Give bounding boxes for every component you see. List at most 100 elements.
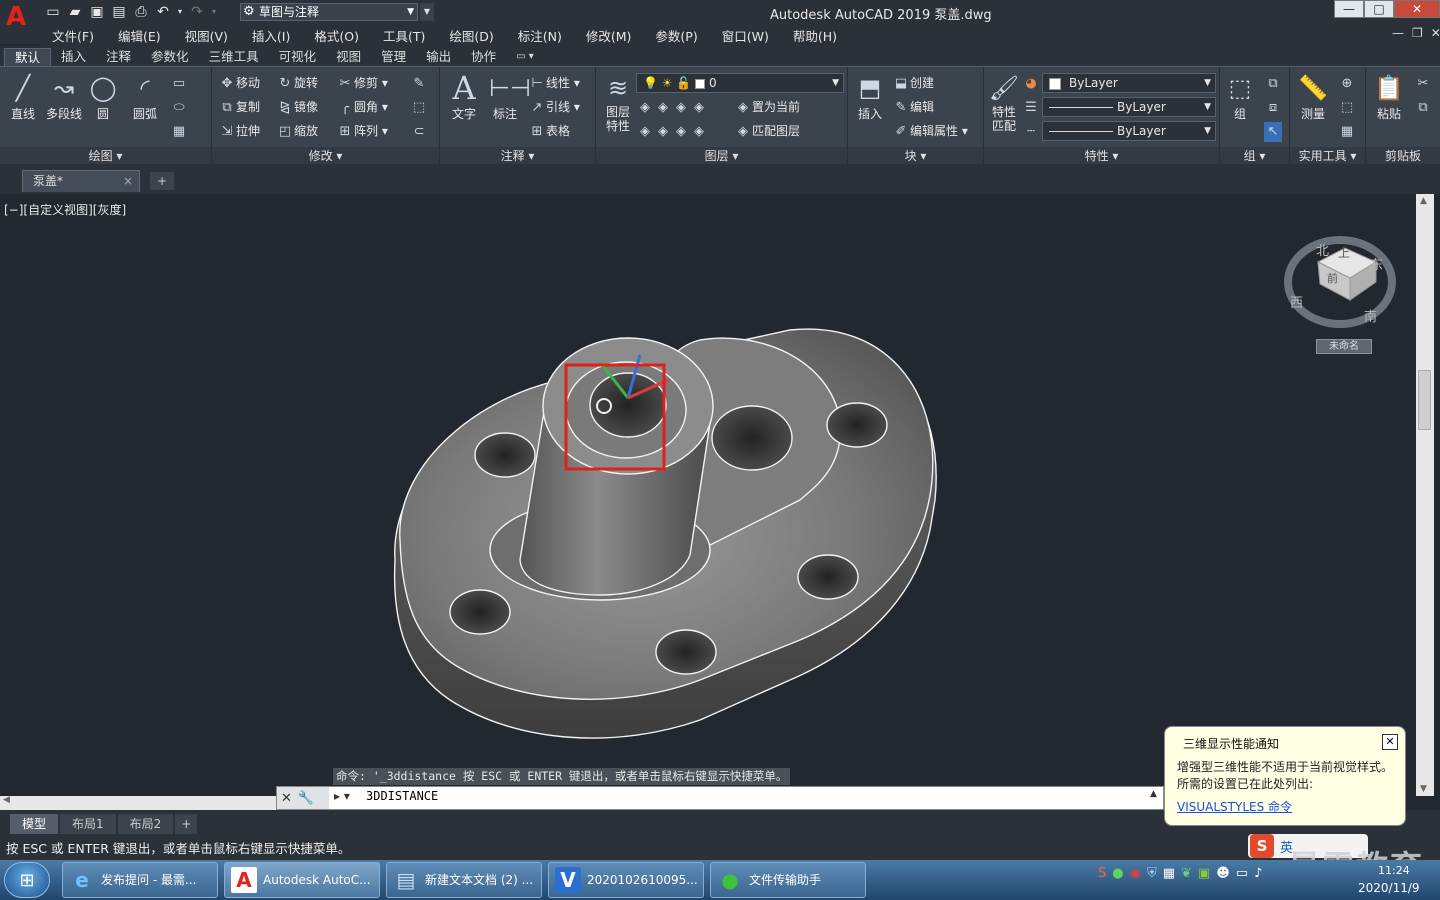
wechat-tray-icon[interactable]: ●	[1112, 866, 1123, 881]
taskbar-item-notepad[interactable]: ▤ 新建文本文档 (2) ...	[386, 862, 542, 898]
menu-4[interactable]: 格式(O)	[302, 26, 371, 45]
offset-button[interactable]: ⊂	[410, 121, 428, 141]
color-dropdown[interactable]: ByLayer ▼	[1042, 73, 1216, 93]
table-button[interactable]: ⊞ 表格	[528, 121, 570, 141]
panel-title-modify[interactable]: 修改 ▾	[212, 147, 439, 165]
customize-qat-button[interactable]: ▼	[420, 3, 434, 21]
drawing-viewport[interactable]	[0, 194, 1416, 796]
set-current-layer-button[interactable]: ◈ 置为当前	[734, 97, 800, 117]
maximize-button[interactable]: □	[1364, 0, 1394, 18]
weibo-tray-icon[interactable]: ◉	[1130, 866, 1141, 881]
ribbon-tab-1[interactable]: 插入	[51, 48, 96, 66]
copy-button[interactable]: ⧉ 复制	[218, 97, 260, 117]
taskbar-item-ie[interactable]: e 发布提问 - 最需...	[62, 862, 218, 898]
shield-icon[interactable]: ⛨	[1147, 866, 1157, 881]
group-button[interactable]: ⬚ 组	[1222, 73, 1258, 122]
paste-button[interactable]: 📋 粘贴	[1370, 73, 1408, 122]
redo-dropdown-icon[interactable]: ▾	[210, 3, 218, 21]
clock-time[interactable]: 11:24	[1378, 864, 1410, 877]
save-icon[interactable]: ▣	[88, 3, 106, 21]
calculator-button[interactable]: ▦	[1338, 121, 1356, 141]
panel-title-utilities[interactable]: 实用工具 ▾	[1290, 147, 1365, 165]
application-menu-button[interactable]: A	[0, 0, 40, 44]
erase-button[interactable]: ✎	[410, 73, 428, 93]
viewcube-south[interactable]: 南	[1364, 306, 1377, 325]
panel-title-annotation[interactable]: 注释 ▾	[440, 147, 595, 165]
wcs-menu[interactable]: 未命名	[1316, 339, 1372, 354]
menu-1[interactable]: 编辑(E)	[106, 26, 173, 45]
scroll-up-icon[interactable]: ▲	[1420, 196, 1427, 206]
layer-properties-button[interactable]: ≋ 图层 特性	[600, 73, 636, 133]
scroll-left-icon[interactable]: ◀	[3, 795, 10, 805]
menu-6[interactable]: 绘图(D)	[437, 26, 505, 45]
menu-10[interactable]: 窗口(W)	[710, 26, 781, 45]
menu-8[interactable]: 修改(M)	[574, 26, 644, 45]
open-folder-icon[interactable]: ▰	[66, 3, 84, 21]
quick-calc-button[interactable]: ⊕	[1338, 73, 1356, 93]
panel-title-draw[interactable]: 绘图 ▾	[0, 147, 211, 165]
mirror-button[interactable]: ⧎ 镜像	[276, 97, 318, 117]
ribbon-tab-4[interactable]: 三维工具	[199, 48, 269, 66]
group-select-button[interactable]: ↖	[1264, 121, 1282, 142]
volume-icon[interactable]: ♪	[1254, 866, 1262, 881]
viewcube-north[interactable]: 北	[1316, 240, 1329, 259]
undo-icon[interactable]: ↶	[154, 3, 172, 21]
workspace-select[interactable]: ⚙ 草图与注释 ▼	[240, 3, 418, 21]
region-button[interactable]: ▦	[170, 121, 188, 141]
add-layout-button[interactable]: +	[175, 814, 198, 834]
ribbon-tab-overflow-icon[interactable]: ▭ ▾	[506, 48, 544, 66]
vertical-scrollbar[interactable]: ▲ ▼	[1416, 194, 1434, 796]
move-button[interactable]: ✥ 移动	[218, 73, 260, 93]
close-button[interactable]: ✕	[1394, 0, 1440, 18]
taskbar-item-autocad[interactable]: A Autodesk AutoC...	[224, 862, 380, 898]
horizontal-scrollbar[interactable]: ◀	[0, 795, 276, 810]
leaf-icon[interactable]: ❦	[1181, 866, 1192, 881]
taskbar-item-wechat[interactable]: ● 文件传输助手	[710, 862, 866, 898]
taskbar-item-video[interactable]: V 2020102610095...	[548, 862, 704, 898]
hatch-button[interactable]: ⬭	[170, 97, 188, 117]
display-icon[interactable]: ▭	[1236, 866, 1248, 881]
menu-11[interactable]: 帮助(H)	[781, 26, 849, 45]
dimension-button[interactable]: ⊢⊣ 标注	[486, 73, 531, 122]
doc-close-icon[interactable]: ✕	[1431, 26, 1440, 40]
layer-dropdown[interactable]: 💡 ☀ 🔓 0 ▼	[636, 73, 844, 93]
panel-title-clipboard[interactable]: 剪贴板	[1366, 147, 1440, 165]
linear-dim-button[interactable]: ⊢ 线性 ▾	[528, 73, 580, 93]
cut-button[interactable]: ✂	[1414, 73, 1432, 93]
scroll-thumb[interactable]	[1418, 370, 1431, 430]
sogou-tray-icon[interactable]: S	[1098, 866, 1106, 881]
command-history-toggle-icon[interactable]: ▲	[1150, 789, 1157, 799]
polyline-button[interactable]: ↝ 多段线	[42, 73, 86, 122]
menu-7[interactable]: 标注(N)	[506, 26, 574, 45]
redo-icon[interactable]: ↷	[188, 3, 206, 21]
explode-button[interactable]: ⬚	[410, 97, 428, 117]
doc-minimize-icon[interactable]: —	[1392, 26, 1404, 40]
scroll-down-icon[interactable]: ▼	[1420, 784, 1427, 794]
edit-attributes-button[interactable]: ✐ 编辑属性 ▾	[892, 121, 968, 141]
ungroup-button[interactable]: ⧉	[1264, 73, 1282, 93]
menu-0[interactable]: 文件(F)	[40, 26, 106, 45]
insert-block-button[interactable]: ⬒ 插入	[852, 73, 888, 122]
tab-layout1[interactable]: 布局1	[60, 814, 116, 834]
ribbon-tab-0[interactable]: 默认	[4, 48, 52, 66]
layer-tools-row-2[interactable]: ◈ ◈ ◈ ◈	[636, 121, 708, 141]
command-input[interactable]	[366, 789, 1126, 803]
edit-block-button[interactable]: ✎ 编辑	[892, 97, 934, 117]
create-block-button[interactable]: ⬓ 创建	[892, 73, 934, 93]
fillet-button[interactable]: ╭ 圆角 ▾	[336, 97, 388, 117]
menu-3[interactable]: 插入(I)	[240, 26, 302, 45]
ribbon-tab-9[interactable]: 协作	[461, 48, 506, 66]
rotate-button[interactable]: ↻ 旋转	[276, 73, 318, 93]
viewcube-east[interactable]: 东	[1370, 254, 1383, 273]
menu-2[interactable]: 视图(V)	[173, 26, 240, 45]
leader-button[interactable]: ↗ 引线 ▾	[528, 97, 580, 117]
match-properties-button[interactable]: 🖌 特性 匹配	[986, 73, 1022, 133]
close-icon[interactable]: ✕	[281, 791, 292, 806]
tab-layout2[interactable]: 布局2	[117, 814, 174, 834]
menu-9[interactable]: 参数(P)	[643, 26, 709, 45]
match-layer-button[interactable]: ◈ 匹配图层	[734, 121, 800, 141]
linetype-dropdown[interactable]: ByLayer ▼	[1042, 97, 1216, 117]
color-wheel-icon[interactable]: ◕	[1022, 73, 1040, 93]
rectangle-button[interactable]: ▭	[170, 73, 188, 93]
start-button[interactable]: ⊞	[4, 862, 50, 898]
